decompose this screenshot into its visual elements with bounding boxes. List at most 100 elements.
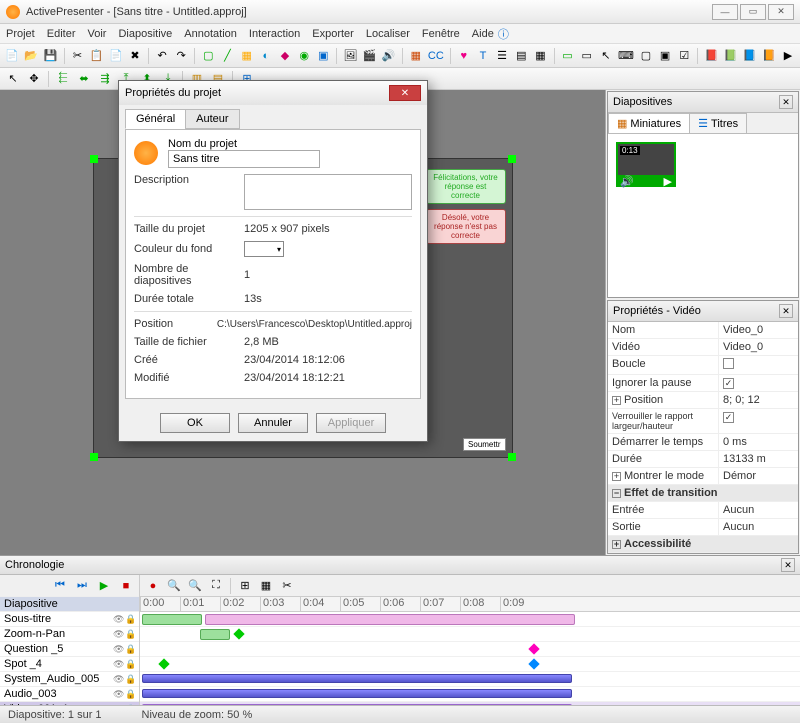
submit-button[interactable]: Soumettr: [463, 438, 505, 451]
zoom-icon[interactable]: ▦: [408, 47, 424, 65]
ok-button[interactable]: OK: [160, 413, 230, 433]
pdf-icon[interactable]: 📕: [703, 47, 719, 65]
undo-icon[interactable]: ↶: [154, 47, 170, 65]
new-icon[interactable]: 📄: [4, 47, 20, 65]
thumbnails-area[interactable]: 0:13 🔊▶: [608, 134, 798, 297]
close-button[interactable]: ✕: [768, 4, 794, 20]
fit-icon[interactable]: ⛶: [207, 577, 225, 595]
excel-icon[interactable]: 📗: [722, 47, 738, 65]
bgcolor-picker[interactable]: [244, 241, 284, 257]
panel-close-icon[interactable]: ✕: [781, 558, 795, 572]
tool-icon[interactable]: ◉: [296, 47, 312, 65]
dialog-close-button[interactable]: ✕: [389, 85, 421, 101]
feedback-correct[interactable]: Félicitations, votre réponse est correct…: [426, 169, 506, 204]
cut-icon[interactable]: ✂: [69, 47, 85, 65]
video-icon[interactable]: 🎬: [361, 47, 377, 65]
tool-icon[interactable]: ▣: [315, 47, 331, 65]
track-row[interactable]: Question _5👁🔒: [0, 642, 139, 657]
tool-icon[interactable]: ▦: [257, 577, 275, 595]
cancel-button[interactable]: Annuler: [238, 413, 308, 433]
line-icon[interactable]: ╱: [219, 47, 235, 65]
audio-icon[interactable]: 🔊: [381, 47, 397, 65]
tool-icon[interactable]: ✥: [25, 70, 43, 88]
align-icon[interactable]: ▦: [532, 47, 548, 65]
track-row[interactable]: Spot _4👁🔒: [0, 657, 139, 672]
tab-author[interactable]: Auteur: [185, 109, 239, 129]
tool-icon[interactable]: ☑: [676, 47, 692, 65]
cc-icon[interactable]: CC: [427, 47, 445, 65]
minimize-button[interactable]: —: [712, 4, 738, 20]
cursor-icon[interactable]: ↖: [598, 47, 614, 65]
align-left-icon[interactable]: ⬱: [54, 70, 72, 88]
menu-annotation[interactable]: Annotation: [184, 28, 237, 40]
maximize-button[interactable]: ▭: [740, 4, 766, 20]
menu-voir[interactable]: Voir: [88, 28, 107, 40]
timeline-canvas[interactable]: ● 🔍 🔍 ⛶ ⊞ ▦ ✂ 0:000:010:020:030:040:050:…: [140, 575, 800, 705]
copy-icon[interactable]: 📋: [89, 47, 105, 65]
image-icon[interactable]: 🖼: [342, 47, 358, 65]
highlight-icon[interactable]: ▦: [239, 47, 255, 65]
timeline-ruler[interactable]: 0:000:010:020:030:040:050:060:070:080:09: [140, 597, 800, 612]
align-icon[interactable]: ▤: [513, 47, 529, 65]
zoom-in-icon[interactable]: 🔍: [186, 577, 204, 595]
stop-icon[interactable]: ■: [117, 577, 135, 595]
track-row[interactable]: Zoom-n-Pan👁🔒: [0, 627, 139, 642]
paste-icon[interactable]: 📄: [108, 47, 124, 65]
record-icon[interactable]: ●: [144, 577, 162, 595]
field-icon[interactable]: ▭: [579, 47, 595, 65]
project-name-input[interactable]: [168, 150, 320, 168]
key-icon[interactable]: ⌨: [617, 47, 635, 65]
tool-icon[interactable]: ✂: [278, 577, 296, 595]
open-icon[interactable]: 📂: [23, 47, 39, 65]
align-center-icon[interactable]: ⬌: [75, 70, 93, 88]
export-icon[interactable]: ▶: [780, 47, 796, 65]
shape-icon[interactable]: ▢: [200, 47, 216, 65]
prev-icon[interactable]: ⏮: [51, 577, 69, 595]
menu-diapositive[interactable]: Diapositive: [118, 28, 172, 40]
tab-titles[interactable]: ☰Titres: [689, 113, 747, 133]
dialog-titlebar[interactable]: Propriétés du projet ✕: [119, 81, 427, 105]
main-toolbar: 📄 📂 💾 ✂ 📋 📄 ✖ ↶ ↷ ▢ ╱ ▦ ◐ ◆ ◉ ▣ 🖼 🎬 🔊 ▦ …: [0, 44, 800, 68]
cursor-icon[interactable]: ↖: [4, 70, 22, 88]
spotlight-icon[interactable]: ◐: [258, 47, 274, 65]
menu-aide[interactable]: Aide: [472, 28, 494, 40]
menu-editer[interactable]: Editer: [47, 28, 76, 40]
delete-icon[interactable]: ✖: [127, 47, 143, 65]
track-row[interactable]: Sous-titre👁🔒: [0, 612, 139, 627]
tool-icon[interactable]: ▣: [657, 47, 673, 65]
align-right-icon[interactable]: ⇶: [96, 70, 114, 88]
next-icon[interactable]: ⏭: [73, 577, 91, 595]
tab-general[interactable]: Général: [125, 109, 186, 129]
panel-close-icon[interactable]: ✕: [779, 95, 793, 109]
menu-localiser[interactable]: Localiser: [366, 28, 410, 40]
track-row[interactable]: Video_001_1👁🔒: [0, 702, 139, 705]
tab-thumbnails[interactable]: ▦Miniatures: [608, 113, 690, 133]
save-icon[interactable]: 💾: [42, 47, 58, 65]
app-icon: [6, 5, 20, 19]
button-icon[interactable]: ▭: [559, 47, 575, 65]
play-icon[interactable]: ▶: [95, 577, 113, 595]
tool-icon[interactable]: ▢: [638, 47, 654, 65]
track-header[interactable]: Diapositive: [0, 597, 139, 612]
menu-exporter[interactable]: Exporter: [312, 28, 354, 40]
text-icon[interactable]: T: [475, 47, 491, 65]
zoom-out-icon[interactable]: 🔍: [165, 577, 183, 595]
snap-icon[interactable]: ⊞: [236, 577, 254, 595]
slide-thumbnail[interactable]: 0:13 🔊▶: [616, 142, 676, 187]
feedback-incorrect[interactable]: Désolé, votre réponse n'est pas correcte: [426, 209, 506, 244]
list-icon[interactable]: ☰: [494, 47, 510, 65]
panel-close-icon[interactable]: ✕: [779, 304, 793, 318]
menu-fenetre[interactable]: Fenêtre: [422, 28, 460, 40]
redo-icon[interactable]: ↷: [173, 47, 189, 65]
track-row[interactable]: System_Audio_005👁🔒: [0, 672, 139, 687]
description-input[interactable]: [244, 174, 412, 210]
word-icon[interactable]: 📘: [742, 47, 758, 65]
properties-grid[interactable]: NomVideo_0 VidéoVideo_0 Boucle Ignorer l…: [608, 322, 798, 553]
menu-projet[interactable]: Projet: [6, 28, 35, 40]
track-row[interactable]: Audio_003👁🔒: [0, 687, 139, 702]
menu-interaction[interactable]: Interaction: [249, 28, 300, 40]
heart-icon[interactable]: ♥: [456, 47, 472, 65]
apply-button[interactable]: Appliquer: [316, 413, 386, 433]
ppt-icon[interactable]: 📙: [761, 47, 777, 65]
tool-icon[interactable]: ◆: [277, 47, 293, 65]
